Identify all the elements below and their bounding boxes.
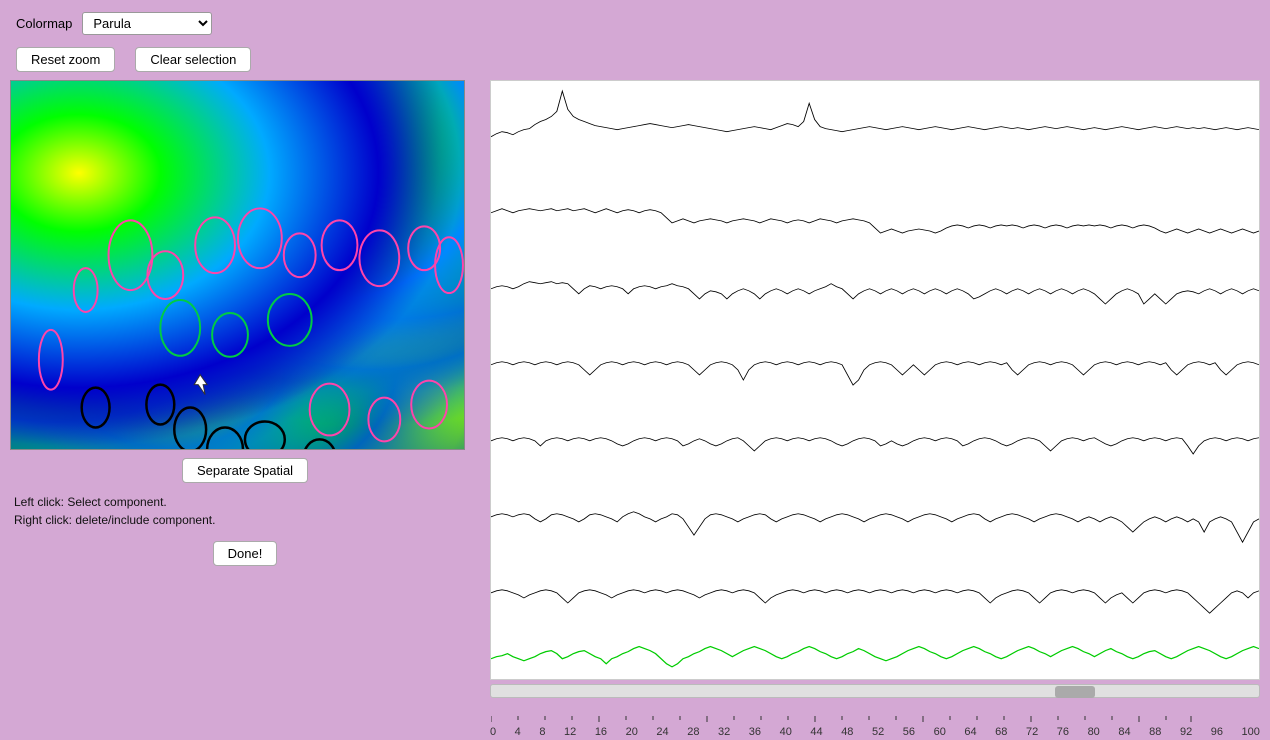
- xaxis-label-28: 28: [687, 726, 699, 738]
- instruction-line2: Right click: delete/include component.: [14, 511, 480, 529]
- reset-zoom-button[interactable]: Reset zoom: [16, 47, 115, 72]
- done-btn-row: Done!: [10, 533, 480, 574]
- clear-selection-button[interactable]: Clear selection: [135, 47, 251, 72]
- colormap-select[interactable]: Parula Jet HSV Hot Cool Gray: [82, 12, 212, 35]
- main-area: Separate Spatial Left click: Select comp…: [0, 80, 1270, 740]
- button-row: Reset zoom Clear selection: [0, 43, 1270, 80]
- instruction-line1: Left click: Select component.: [14, 493, 480, 511]
- xaxis-label-48: 48: [841, 726, 853, 738]
- done-button[interactable]: Done!: [213, 541, 278, 566]
- xaxis-label-100: 100: [1242, 726, 1260, 738]
- xaxis-label-64: 64: [964, 726, 976, 738]
- xaxis-label-84: 84: [1118, 726, 1130, 738]
- xaxis-label-52: 52: [872, 726, 884, 738]
- tick-marks: [491, 716, 1259, 726]
- xaxis-label-88: 88: [1149, 726, 1161, 738]
- xaxis-label-24: 24: [656, 726, 668, 738]
- xaxis-label-40: 40: [780, 726, 792, 738]
- top-bar: Colormap Parula Jet HSV Hot Cool Gray: [0, 0, 1270, 43]
- xaxis-label-96: 96: [1211, 726, 1223, 738]
- xaxis-label-56: 56: [903, 726, 915, 738]
- xaxis-label-80: 80: [1088, 726, 1100, 738]
- xaxis-label-20: 20: [626, 726, 638, 738]
- heatmap-image[interactable]: [10, 80, 465, 450]
- xaxis-label-68: 68: [995, 726, 1007, 738]
- chart-svg: [491, 81, 1259, 679]
- xaxis-label-60: 60: [934, 726, 946, 738]
- scrollbar-thumb[interactable]: [1055, 686, 1095, 698]
- separate-spatial-button[interactable]: Separate Spatial: [182, 458, 308, 483]
- xaxis-label-44: 44: [810, 726, 822, 738]
- instructions: Left click: Select component. Right clic…: [10, 487, 480, 533]
- right-panel: 0 4 8 12 16 20 24 28 32 36 40 44 48 52 5…: [490, 80, 1260, 740]
- scrollbar-area: [490, 684, 1260, 714]
- xaxis-label-72: 72: [1026, 726, 1038, 738]
- xaxis-label-36: 36: [749, 726, 761, 738]
- xaxis-label-4: 4: [515, 726, 521, 738]
- chart-container: [490, 80, 1260, 680]
- xaxis-label-8: 8: [539, 726, 545, 738]
- scrollbar-track[interactable]: [490, 684, 1260, 698]
- xaxis-label-92: 92: [1180, 726, 1192, 738]
- separate-btn-row: Separate Spatial: [10, 450, 480, 487]
- colormap-label: Colormap: [16, 16, 72, 31]
- xaxis-label-0: 0: [490, 726, 496, 738]
- xaxis-label-16: 16: [595, 726, 607, 738]
- x-axis-labels: 0 4 8 12 16 20 24 28 32 36 40 44 48 52 5…: [490, 724, 1260, 740]
- xaxis-label-32: 32: [718, 726, 730, 738]
- xaxis-label-76: 76: [1057, 726, 1069, 738]
- overlay-shapes: [11, 81, 464, 449]
- left-panel: Separate Spatial Left click: Select comp…: [10, 80, 480, 740]
- xaxis-label-12: 12: [564, 726, 576, 738]
